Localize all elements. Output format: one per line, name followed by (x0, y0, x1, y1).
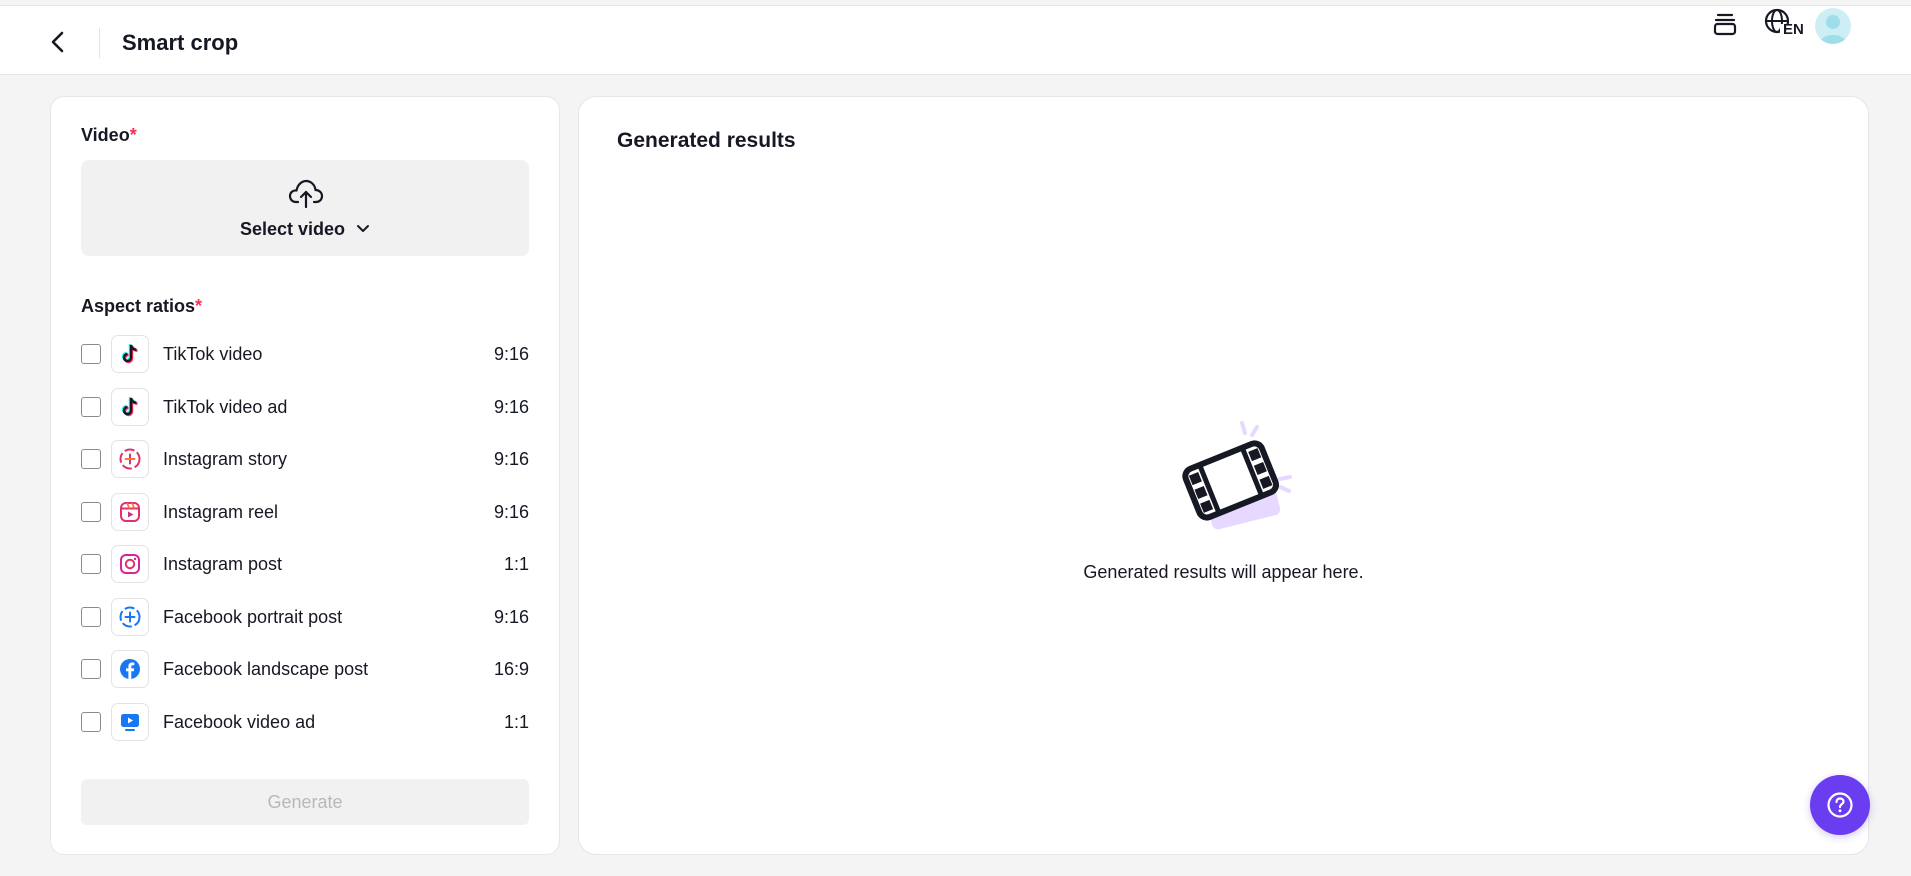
facebook-video-icon (111, 703, 149, 741)
checkbox[interactable] (81, 554, 101, 574)
ratio-name: Instagram story (163, 449, 288, 469)
required-mark: * (195, 296, 203, 316)
instagram-reel-icon (111, 493, 149, 531)
results-title: Generated results (617, 129, 796, 152)
header-divider (99, 28, 100, 58)
select-video-button[interactable]: Select video (81, 218, 529, 240)
ratio-name: Instagram reel (163, 502, 279, 522)
ratio-option-facebook-video-ad[interactable]: Facebook video ad 1:1 (81, 703, 529, 741)
select-video-dropzone[interactable]: Select video (81, 160, 529, 256)
ratio-name: Facebook portrait post (163, 607, 343, 627)
checkbox[interactable] (81, 397, 101, 417)
checkbox[interactable] (81, 502, 101, 522)
settings-panel: Video* Select video Aspect ratios* TikTo… (50, 96, 560, 855)
ratio-value: 1:1 (503, 554, 529, 574)
ratio-name: Facebook video ad (163, 712, 316, 732)
ratio-value: 9:16 (493, 344, 529, 364)
ratio-value: 9:16 (493, 502, 529, 522)
ratio-option-instagram-reel[interactable]: Instagram reel 9:16 (81, 493, 529, 531)
checkbox[interactable] (81, 607, 101, 627)
instagram-icon (111, 545, 149, 583)
video-label: Video* (81, 124, 137, 146)
facebook-icon (111, 650, 149, 688)
user-avatar-icon (1819, 15, 1847, 44)
ratio-option-tiktok-video[interactable]: TikTok video 9:16 (81, 335, 529, 373)
ratio-option-tiktok-video-ad[interactable]: TikTok video ad 9:16 (81, 388, 529, 426)
ratio-name: TikTok video ad (163, 397, 288, 417)
instagram-story-icon (111, 440, 149, 478)
checkbox[interactable] (81, 449, 101, 469)
checkbox[interactable] (81, 712, 101, 732)
ratio-value: 9:16 (493, 397, 529, 417)
back-button[interactable] (44, 28, 72, 56)
chevron-left-icon (51, 31, 64, 53)
language-code: EN (1783, 21, 1804, 38)
required-mark: * (129, 125, 137, 145)
film-clip-icon (1182, 421, 1292, 530)
tiktok-icon (111, 388, 149, 426)
generate-button[interactable]: Generate (81, 779, 529, 825)
avatar[interactable] (1815, 8, 1851, 44)
ratio-option-instagram-story[interactable]: Instagram story 9:16 (81, 440, 529, 478)
facebook-story-icon (111, 598, 149, 636)
aspect-ratios-label: Aspect ratios* (81, 295, 202, 317)
checkbox[interactable] (81, 344, 101, 364)
ratio-value: 9:16 (493, 607, 529, 627)
help-button[interactable] (1810, 775, 1870, 835)
ratio-value: 16:9 (493, 659, 529, 679)
tiktok-icon (111, 335, 149, 373)
empty-state-text: Generated results will appear here. (1083, 562, 1364, 582)
ratio-value: 9:16 (493, 449, 529, 469)
ratio-name: TikTok video (163, 344, 263, 364)
select-video-label: Select video (239, 219, 346, 239)
results-panel: Generated results Generated results will… (578, 96, 1869, 855)
top-bar: Smart crop EN (0, 5, 1911, 75)
question-icon (1827, 792, 1853, 818)
ratio-option-facebook-portrait-post[interactable]: Facebook portrait post 9:16 (81, 598, 529, 636)
ratio-option-facebook-landscape-post[interactable]: Facebook landscape post 16:9 (81, 650, 529, 688)
ratio-name: Instagram post (163, 554, 283, 574)
cloud-upload-icon (288, 179, 324, 208)
ratio-option-instagram-post[interactable]: Instagram post 1:1 (81, 545, 529, 583)
tasks-button[interactable] (1707, 6, 1743, 42)
aspect-ratios-label-text: Aspect ratios (81, 296, 196, 316)
ratio-value: 1:1 (503, 712, 529, 732)
stack-icon (1713, 13, 1737, 36)
video-label-text: Video (81, 125, 130, 145)
language-button[interactable]: EN (1762, 6, 1804, 42)
ratio-name: Facebook landscape post (163, 659, 369, 679)
chevron-down-icon (357, 224, 370, 232)
page-title: Smart crop (122, 30, 239, 55)
checkbox[interactable] (81, 659, 101, 679)
